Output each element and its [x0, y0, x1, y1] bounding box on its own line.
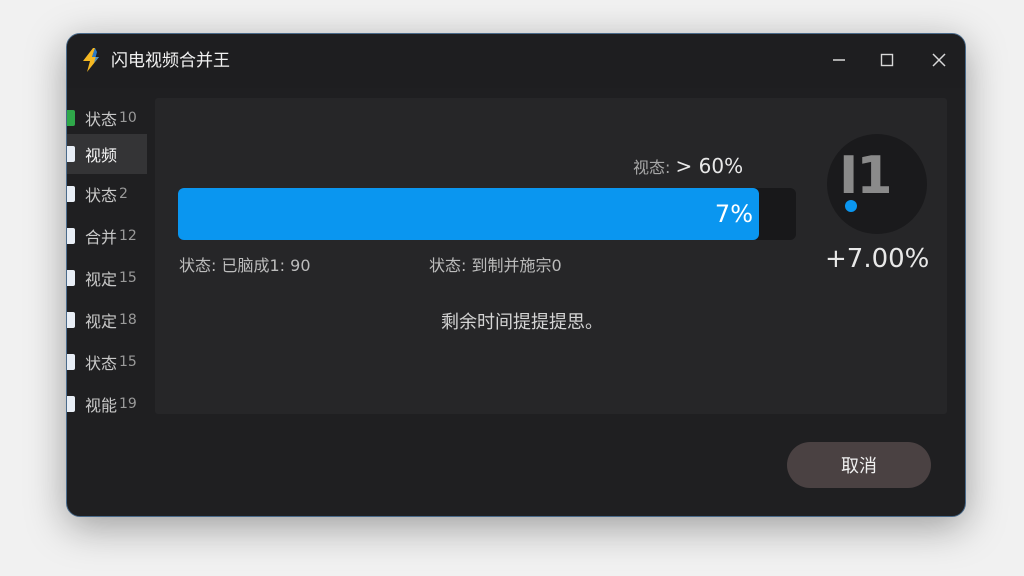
app-title: 闪电视频合并王 — [111, 51, 230, 71]
sidebar-item-count: 19 — [119, 396, 137, 412]
progress-ring: I1 — [827, 134, 927, 234]
progress-bar: 7% — [178, 188, 796, 240]
sidebar-item-2[interactable]: 状态 2 — [67, 174, 147, 214]
sidebar-item-label: 合并 — [85, 228, 118, 247]
status-dot-icon — [845, 200, 857, 212]
sidebar-item-5[interactable]: 视定 18 — [67, 300, 147, 340]
status-merging: 状态: 到制并施宗0 — [429, 256, 562, 275]
sidebar-item-label: 状态 — [85, 186, 118, 205]
file-icon — [67, 146, 75, 162]
progress-panel: 视态: > 60% 7% 状态: 已脑成1: 90 状态: 到制并施宗0 剩余时… — [155, 98, 947, 414]
top-status-value: > 60% — [675, 154, 744, 178]
sidebar-item-label: 状态 — [85, 354, 118, 373]
remaining-time: 剩余时间提提提思。 — [441, 312, 603, 333]
file-icon — [67, 312, 75, 328]
maximize-button[interactable] — [867, 46, 907, 74]
sidebar-item-label: 视能 — [85, 396, 118, 415]
sidebar-item-3[interactable]: 合并 12 — [67, 216, 147, 256]
file-icon — [67, 396, 75, 412]
sidebar-item-count: 12 — [119, 228, 137, 244]
sidebar-item-1[interactable]: 视频 — [67, 134, 147, 174]
cancel-button[interactable]: 取消 — [787, 442, 931, 488]
status-completed: 状态: 已脑成1: 90 — [179, 256, 311, 275]
sidebar-item-label: 视定 — [85, 312, 118, 331]
delta-percent: +7.00% — [825, 244, 930, 274]
close-button[interactable] — [919, 46, 959, 74]
sidebar-item-count: 2 — [119, 186, 128, 202]
sidebar-item-label: 视定 — [85, 270, 118, 289]
sidebar-item-label: 视频 — [85, 146, 118, 165]
minimize-icon — [833, 59, 845, 61]
file-icon — [67, 270, 75, 286]
sidebar-item-count: 15 — [119, 354, 137, 370]
top-status-label: 视态: — [633, 158, 671, 177]
ring-text: I1 — [839, 146, 893, 206]
minimize-button[interactable] — [819, 46, 859, 74]
progress-fill: 7% — [178, 188, 759, 240]
sidebar: 状态 10 视频 状态 2 合并 12 视定 15 视定 18 状态 15 视能… — [67, 98, 147, 428]
close-icon — [932, 53, 946, 67]
file-icon — [67, 354, 75, 370]
sidebar-item-4[interactable]: 视定 15 — [67, 258, 147, 298]
title-bar: 闪电视频合并王 — [67, 34, 965, 88]
sidebar-item-6[interactable]: 状态 15 — [67, 342, 147, 382]
sidebar-item-count: 10 — [119, 110, 137, 126]
file-icon — [67, 110, 75, 126]
maximize-icon — [880, 53, 894, 67]
top-status: 视态: > 60% — [633, 154, 743, 178]
file-icon — [67, 228, 75, 244]
lightning-icon — [83, 48, 99, 72]
app-window: 闪电视频合并王 状态 10 视频 状态 2 合并 12 视定 15 视定 18 … — [66, 33, 966, 517]
file-icon — [67, 186, 75, 202]
sidebar-item-label: 状态 — [85, 110, 118, 129]
progress-percent-label: 7% — [714, 200, 753, 228]
sidebar-item-7[interactable]: 视能 19 — [67, 384, 147, 424]
sidebar-item-count: 18 — [119, 312, 137, 328]
sidebar-item-0[interactable]: 状态 10 — [67, 98, 147, 138]
sidebar-item-count: 15 — [119, 270, 137, 286]
